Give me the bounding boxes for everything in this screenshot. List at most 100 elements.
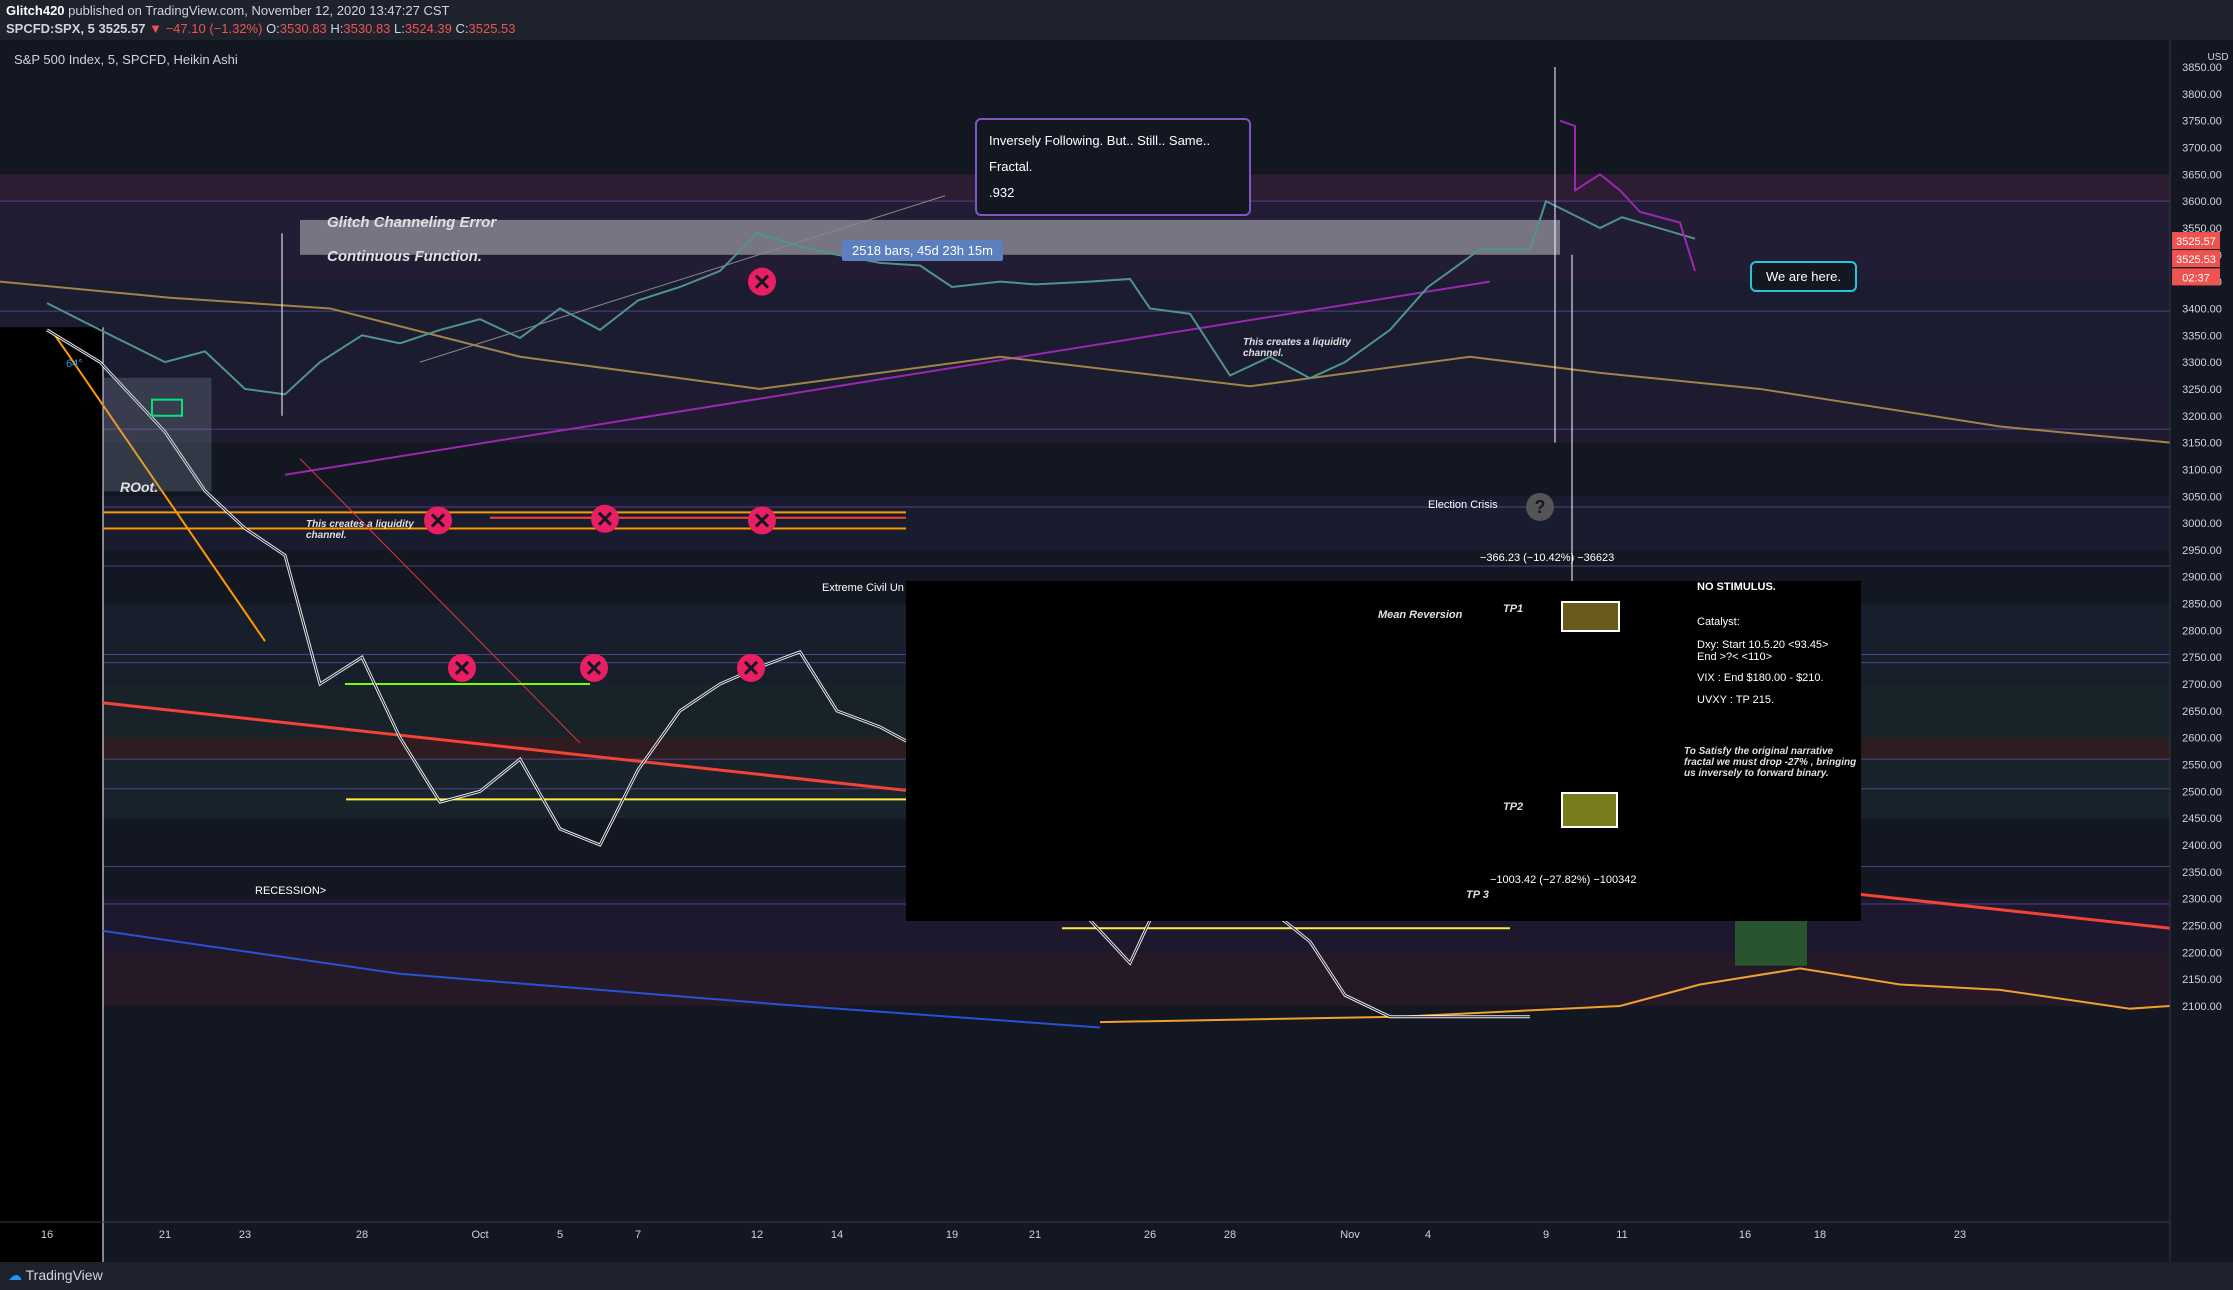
x-tick-label: Nov	[1340, 1229, 1360, 1241]
y-tick-label: 3200.00	[2182, 411, 2222, 423]
x-marker-icon	[591, 504, 619, 533]
bars-range-label: 2518 bars, 45d 23h 15m	[842, 240, 1003, 261]
y-tick-label: 2500.00	[2182, 786, 2222, 798]
y-tick-label: 2350.00	[2182, 867, 2222, 879]
x-tick-label: Oct	[471, 1229, 488, 1241]
y-tick-label: 2300.00	[2182, 894, 2222, 906]
dxy-line-1: Dxy: Start 10.5.20 <93.45>	[1697, 639, 1829, 651]
x-tick-label: 14	[831, 1229, 843, 1241]
fractal-note[interactable]: Inversely Following. But.. Still.. Same.…	[975, 118, 1251, 216]
y-tick-label: 2750.00	[2182, 652, 2222, 664]
continuous-label: Continuous Function.	[327, 248, 482, 265]
price-tag-label: 3525.57	[2176, 236, 2216, 248]
y-tick-label: 3800.00	[2182, 89, 2222, 101]
y-tick-label: 2900.00	[2182, 572, 2222, 584]
y-tick-label: 3750.00	[2182, 116, 2222, 128]
y-tick-label: 3400.00	[2182, 303, 2222, 315]
y-tick-label: 2200.00	[2182, 947, 2222, 959]
uvxy-line: UVXY : TP 215.	[1697, 694, 1775, 706]
y-tick-label: 3700.00	[2182, 142, 2222, 154]
tp1-label: TP1	[1503, 603, 1524, 615]
y-tick-label: 3850.00	[2182, 62, 2222, 74]
measure-bottom: −1003.42 (−27.82%) −100342	[1490, 874, 1637, 886]
countdown-label: 02:37	[2182, 272, 2210, 284]
liquidity-note-1: This creates a liquidity channel.	[306, 519, 414, 541]
x-tick-label: 23	[1954, 1229, 1966, 1241]
y-tick-label: 2250.00	[2182, 921, 2222, 933]
y-tick-label: 2550.00	[2182, 760, 2222, 772]
y-tick-label: 3150.00	[2182, 438, 2222, 450]
x-tick-label: 9	[1543, 1229, 1549, 1241]
glitch-title: Glitch Channeling Error	[327, 214, 497, 231]
y-tick-label: 3000.00	[2182, 518, 2222, 530]
y-tick-label: 3350.00	[2182, 330, 2222, 342]
y-tick-label: 3300.00	[2182, 357, 2222, 369]
last-price: 3525.57	[98, 21, 146, 36]
x-marker-icon	[737, 653, 765, 682]
background-band	[0, 281, 2170, 389]
small-64-label: 64°	[66, 358, 83, 370]
published-text: published on TradingView.com, November 1…	[68, 3, 450, 18]
x-tick-label: 26	[1144, 1229, 1156, 1241]
vix-line: VIX : End $180.00 - $210.	[1697, 672, 1824, 684]
x-tick-label: 12	[751, 1229, 763, 1241]
extreme-label: Extreme Civil Un	[822, 582, 904, 594]
symbol-label: SPCFD:SPX, 5	[6, 21, 95, 36]
x-tick-label: 28	[1224, 1229, 1236, 1241]
x-tick-label: 23	[239, 1229, 251, 1241]
tp1-box	[1561, 601, 1620, 632]
narrative-note: To Satisfy the original narrative fracta…	[1684, 746, 1857, 779]
x-marker-icon	[448, 653, 476, 682]
low-value: 3524.39	[404, 21, 452, 36]
x-marker-icon	[580, 653, 608, 682]
close-label: C:	[455, 21, 469, 36]
left-black-panel	[0, 327, 103, 1262]
y-tick-label: 2700.00	[2182, 679, 2222, 691]
x-tick-label: 7	[635, 1229, 641, 1241]
question-icon: ?	[1526, 492, 1554, 521]
y-tick-label: 2450.00	[2182, 813, 2222, 825]
y-tick-label: 3250.00	[2182, 384, 2222, 396]
y-tick-label: 2400.00	[2182, 840, 2222, 852]
y-tick-label: 2150.00	[2182, 974, 2222, 986]
y-tick-label: 2100.00	[2182, 1001, 2222, 1013]
catalyst-label: Catalyst:	[1697, 616, 1740, 628]
root-label: ROot.	[120, 479, 159, 495]
x-tick-label: 21	[1029, 1229, 1041, 1241]
x-tick-label: 11	[1616, 1229, 1627, 1241]
tp2-label: TP2	[1503, 801, 1524, 813]
y-tick-label: 2600.00	[2182, 733, 2222, 745]
x-marker-icon	[424, 506, 452, 535]
high-value: 3530.83	[343, 21, 391, 36]
x-tick-label: 5	[557, 1229, 563, 1241]
y-tick-label: 3100.00	[2182, 464, 2222, 476]
tp3-label: TP 3	[1466, 889, 1489, 901]
tradingview-logo[interactable]: ☁ TradingView	[8, 1267, 103, 1284]
open-label: O:	[266, 21, 280, 36]
y-tick-label: 3650.00	[2182, 169, 2222, 181]
x-tick-label: 18	[1814, 1229, 1826, 1241]
price-change: ▼ −47.10 (−1.32%)	[149, 21, 263, 36]
we-are-here-callout[interactable]: We are here.	[1750, 261, 1857, 292]
recession-label: RECESSION>	[255, 885, 327, 897]
mean-reversion-label: Mean Reversion	[1378, 609, 1463, 621]
author-name[interactable]: Glitch420	[6, 3, 65, 18]
low-label: L:	[394, 21, 405, 36]
price-tag-label: 3525.53	[2176, 254, 2216, 266]
measure-top: −366.23 (−10.42%) −36623	[1480, 552, 1615, 564]
y-tick-label: 3050.00	[2182, 491, 2222, 503]
footer-bar: ☁ TradingView	[0, 1262, 2233, 1290]
question-glyph: ?	[1535, 497, 1546, 517]
chart-title: S&P 500 Index, 5, SPCFD, Heikin Ashi	[14, 52, 238, 67]
x-tick-label: 4	[1425, 1229, 1431, 1241]
x-marker-icon	[748, 506, 776, 535]
close-value: 3525.53	[468, 21, 516, 36]
header-bar: Glitch420 published on TradingView.com, …	[0, 0, 2233, 40]
background-band	[0, 952, 2170, 1006]
open-value: 3530.83	[279, 21, 327, 36]
dxy-line-2: End >?< <110>	[1697, 651, 1773, 663]
tradingview-cloud-icon: ☁	[8, 1267, 22, 1283]
y-tick-label: 2850.00	[2182, 599, 2222, 611]
tp2-box	[1561, 792, 1618, 828]
election-label: Election Crisis	[1428, 499, 1498, 511]
